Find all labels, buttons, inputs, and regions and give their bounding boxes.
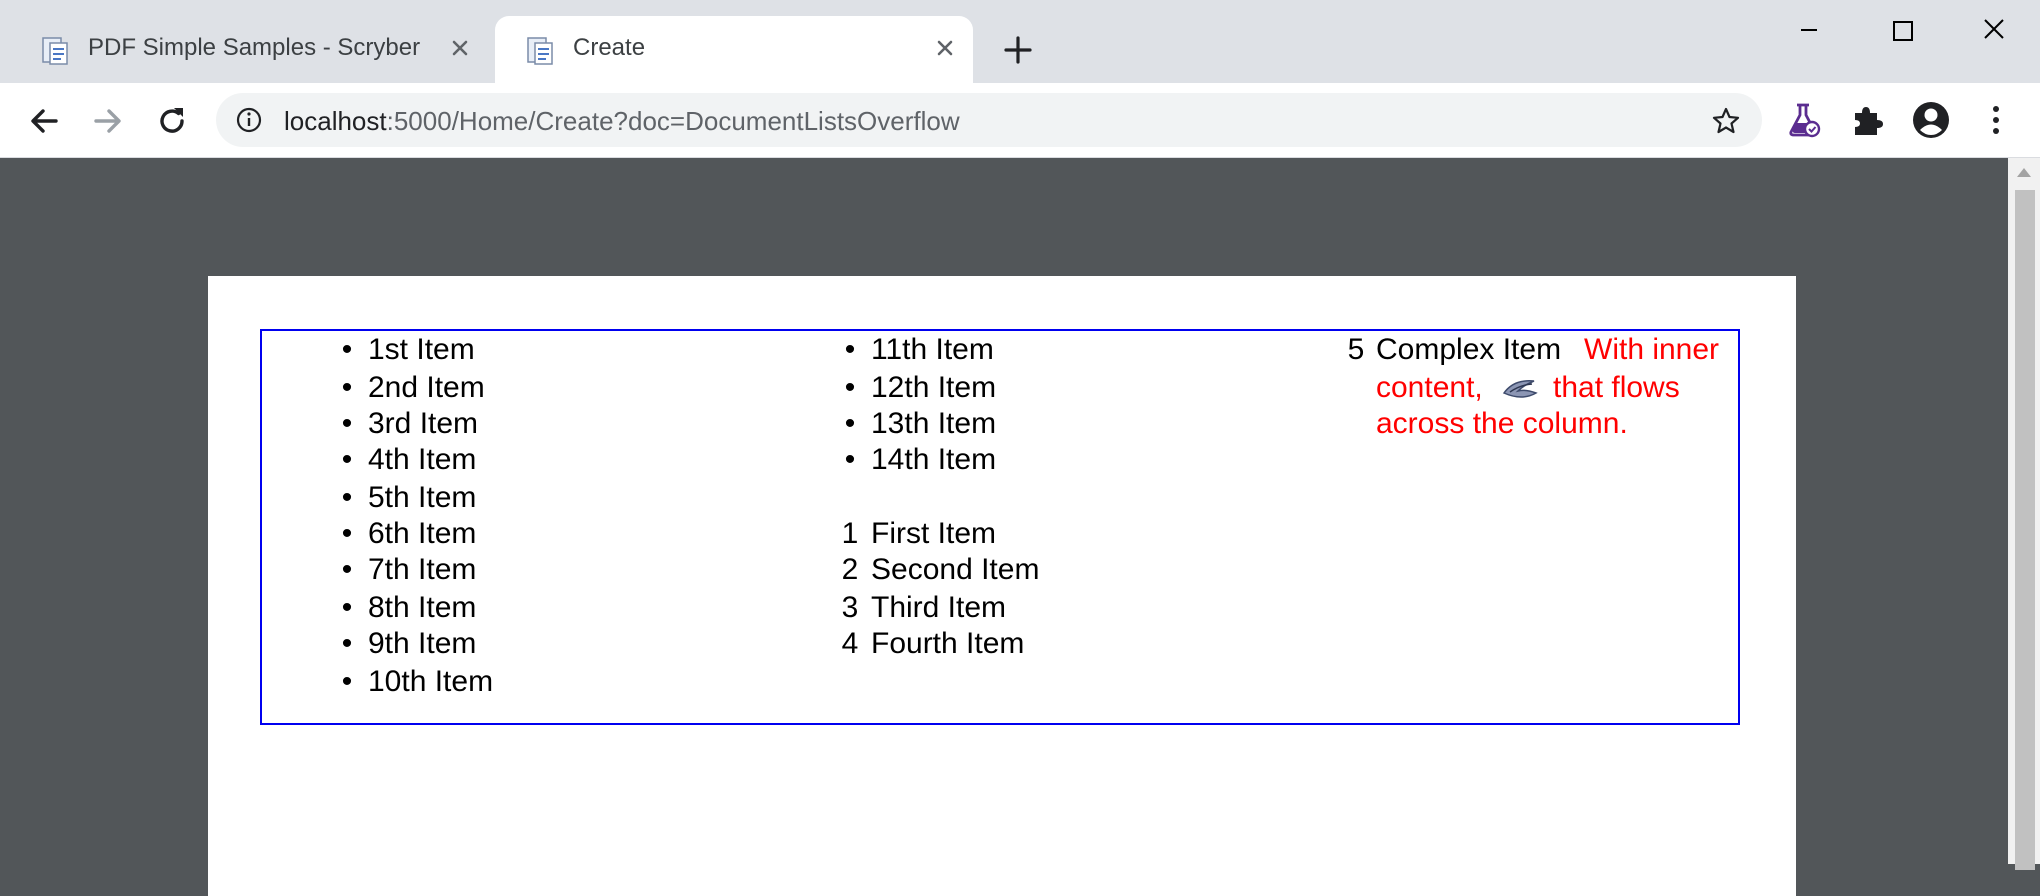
- scroll-thumb[interactable]: [2015, 190, 2035, 870]
- browser-toolbar: localhost:5000/Home/Create?doc=DocumentL…: [0, 83, 2040, 158]
- complex-inner-text: content,: [1376, 371, 1483, 404]
- inline-image-icon: [1502, 380, 1538, 398]
- list-item: 11th Item: [871, 333, 994, 366]
- list-item: First Item: [871, 517, 996, 550]
- bullet-marker: •: [844, 333, 856, 366]
- list-item: 7th Item: [368, 553, 477, 586]
- list-item: 5th Item: [368, 481, 477, 514]
- document-icon: [42, 37, 68, 65]
- number-marker: 4: [841, 627, 859, 660]
- bullet-marker: •: [341, 481, 353, 514]
- complex-item-label: Complex Item: [1376, 333, 1562, 366]
- list-item: 2nd Item: [368, 371, 485, 404]
- bullet-marker: •: [341, 333, 353, 366]
- address-bar[interactable]: localhost:5000/Home/Create?doc=DocumentL…: [216, 93, 1762, 147]
- bullet-marker: •: [341, 665, 353, 698]
- bullet-marker: •: [844, 443, 856, 476]
- bullet-marker: •: [341, 553, 353, 586]
- new-tab-plus-icon[interactable]: [1000, 32, 1036, 68]
- labs-flask-icon[interactable]: [1782, 99, 1824, 141]
- complex-inner-text: that flows: [1553, 371, 1680, 404]
- list-item: 3rd Item: [368, 407, 479, 440]
- close-window-icon[interactable]: [1970, 10, 2018, 50]
- multi-column-list-container: • 1st Item • 2nd Item • 3rd Item • 4th I…: [260, 329, 1740, 725]
- list-item: Third Item: [871, 591, 1007, 624]
- list-item: 12th Item: [871, 371, 997, 404]
- bullet-marker: •: [844, 371, 856, 404]
- more-menu-icon[interactable]: [1975, 99, 2017, 141]
- bullet-marker: •: [341, 627, 353, 660]
- complex-inner-text: across the column.: [1376, 407, 1628, 440]
- pdf-page: • 1st Item • 2nd Item • 3rd Item • 4th I…: [208, 276, 1796, 896]
- list-item: 1st Item: [368, 333, 475, 366]
- list-item: 13th Item: [871, 407, 997, 440]
- list-item: 6th Item: [368, 517, 477, 550]
- number-marker: 1: [841, 517, 859, 550]
- site-info-icon[interactable]: [234, 105, 264, 135]
- maximize-icon[interactable]: [1878, 10, 1926, 50]
- extensions-puzzle-icon[interactable]: [1846, 99, 1888, 141]
- bullet-marker: •: [341, 371, 353, 404]
- list-item: Fourth Item: [871, 627, 1025, 660]
- complex-inner-text: With inner: [1584, 333, 1720, 366]
- close-tab-icon[interactable]: [929, 32, 961, 64]
- close-tab-icon[interactable]: [444, 32, 476, 64]
- tab-pdf-simple-samples[interactable]: PDF Simple Samples - Scryber: [10, 16, 488, 83]
- profile-avatar-icon[interactable]: [1910, 99, 1952, 141]
- bullet-marker: •: [341, 443, 353, 476]
- list-item: 14th Item: [871, 443, 997, 476]
- forward-arrow-icon[interactable]: [86, 99, 130, 143]
- tab-title: Create: [573, 34, 646, 61]
- document-icon: [527, 37, 553, 65]
- tab-title: PDF Simple Samples - Scryber: [88, 34, 421, 61]
- vertical-scrollbar[interactable]: [2008, 158, 2040, 870]
- number-marker: 3: [841, 591, 859, 624]
- bullet-marker: •: [341, 591, 353, 624]
- list-item: Second Item: [871, 553, 1040, 586]
- tab-strip: PDF Simple Samples - Scryber Create: [0, 0, 2040, 83]
- minimize-icon[interactable]: [1785, 10, 1833, 50]
- scroll-up-arrow-icon[interactable]: [2017, 168, 2031, 177]
- number-marker: 5: [1347, 333, 1365, 366]
- list-item: 8th Item: [368, 591, 477, 624]
- bullet-marker: •: [341, 517, 353, 550]
- tab-create[interactable]: Create: [495, 16, 973, 83]
- number-marker: 2: [841, 553, 859, 586]
- list-item: 4th Item: [368, 443, 477, 476]
- list-item: 9th Item: [368, 627, 477, 660]
- bullet-marker: •: [341, 407, 353, 440]
- bullet-marker: •: [844, 407, 856, 440]
- reload-icon[interactable]: [150, 99, 194, 143]
- url-text[interactable]: localhost:5000/Home/Create?doc=DocumentL…: [284, 106, 960, 137]
- back-arrow-icon[interactable]: [22, 99, 66, 143]
- list-item: 10th Item: [368, 665, 494, 698]
- bookmark-star-icon[interactable]: [1710, 105, 1742, 137]
